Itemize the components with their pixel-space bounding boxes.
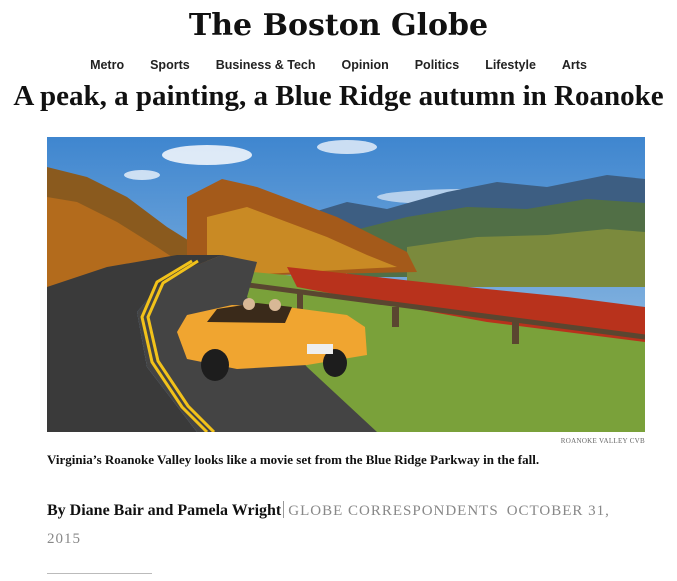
- masthead-logo[interactable]: The Boston Globe: [0, 8, 677, 43]
- byline-authors[interactable]: By Diane Bair and Pamela Wright: [47, 502, 281, 519]
- nav-item-business-tech[interactable]: Business & Tech: [216, 58, 316, 72]
- photo-caption: Virginia’s Roanoke Valley looks like a m…: [47, 452, 540, 467]
- byline-role: GLOBE CORRESPONDENTS: [288, 503, 499, 519]
- byline-separator: [283, 501, 285, 518]
- article-photo: [47, 137, 645, 432]
- section-nav: Metro Sports Business & Tech Opinion Pol…: [0, 58, 677, 72]
- photo-credit: ROANOKE VALLEY CVB: [560, 437, 645, 445]
- nav-item-sports[interactable]: Sports: [150, 58, 190, 72]
- divider: [47, 573, 152, 574]
- nav-item-politics[interactable]: Politics: [415, 58, 459, 72]
- byline: By Diane Bair and Pamela Wright GLOBE COR…: [47, 497, 647, 553]
- parkway-photo-illustration: [47, 137, 645, 432]
- nav-item-lifestyle[interactable]: Lifestyle: [485, 58, 536, 72]
- nav-item-opinion[interactable]: Opinion: [342, 58, 389, 72]
- nav-item-metro[interactable]: Metro: [90, 58, 124, 72]
- article-headline: A peak, a painting, a Blue Ridge autumn …: [13, 80, 664, 112]
- nav-item-arts[interactable]: Arts: [562, 58, 587, 72]
